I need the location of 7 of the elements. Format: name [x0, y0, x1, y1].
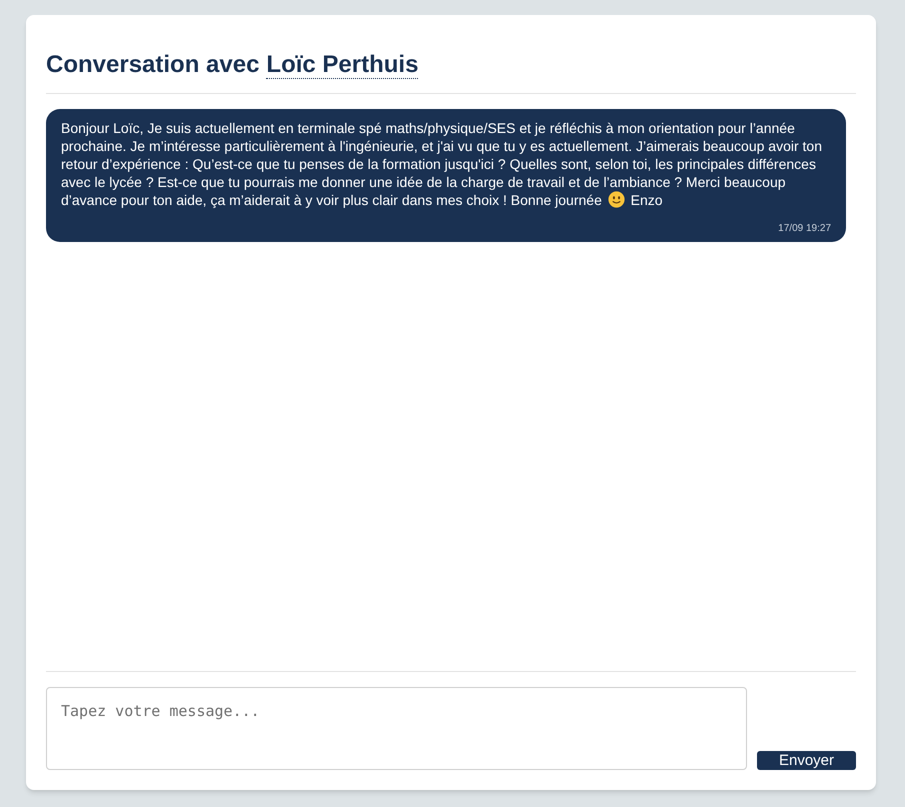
message-time: 17/09 19:27 [778, 222, 831, 236]
contact-name-link[interactable]: Loïc Perthuis [266, 52, 418, 79]
message-input[interactable]: Tapez votre message... [46, 687, 747, 770]
smiley-icon [608, 191, 625, 208]
send-button[interactable]: Envoyer [757, 751, 856, 770]
conversation-title: Conversation avec [46, 50, 260, 80]
message-text: Bonjour Loïc, Je suis actuellement en terminale spé maths/physique/SES et je réfléchis à mon orientation pour l’année prochaine. Je m’intéresse particulièrement à l'ingénieurie, et j'ai vu que tu y es actuellement. J’aimerais beaucoup avoir ton retour d’expérience : Qu’est-ce que tu penses de la formation jusqu'ici ? Quelles sont, selon toi, les principales différences avec le lycée ? Est-ce que tu pourrais me donner une idée de la charge de travail et de l’ambiance ? Merci beaucoup d’avance pour ton aide, ça m’aiderait à y voir plus clair dans mes choix ! Bonne journée Enzo [61, 119, 823, 209]
